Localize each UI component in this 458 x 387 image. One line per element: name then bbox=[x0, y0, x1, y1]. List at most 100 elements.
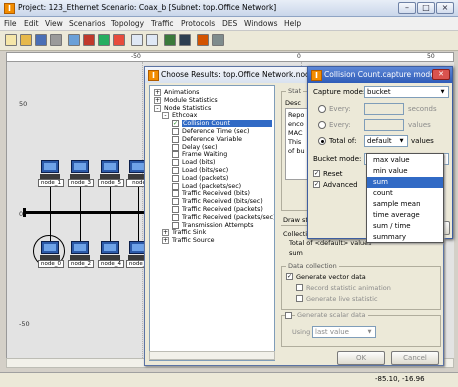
total-of-select[interactable]: default ▼ bbox=[364, 135, 408, 147]
zoom-out-icon[interactable] bbox=[146, 34, 158, 46]
object-palette-icon[interactable] bbox=[68, 34, 80, 46]
configure-sim-icon[interactable] bbox=[164, 34, 176, 46]
tree-item[interactable]: Traffic Sink bbox=[172, 229, 206, 236]
tree-horizontal-scrollbar[interactable] bbox=[149, 351, 275, 360]
save-icon[interactable] bbox=[35, 34, 47, 46]
dropdown-option[interactable]: min value bbox=[367, 166, 443, 177]
dropdown-option[interactable]: summary bbox=[367, 232, 443, 243]
statistic-checkbox[interactable] bbox=[172, 182, 179, 190]
menu-windows[interactable]: Windows bbox=[244, 19, 277, 28]
run-icon[interactable] bbox=[179, 34, 191, 46]
tree-item[interactable]: Animations bbox=[164, 89, 199, 96]
print-icon[interactable] bbox=[50, 34, 62, 46]
bucket-mode-dropdown-list[interactable]: max value min value sum count sample mean tim… bbox=[366, 153, 444, 243]
maximize-button[interactable]: □ bbox=[417, 2, 435, 14]
dropdown-option[interactable]: time average bbox=[367, 210, 443, 221]
dropdown-option[interactable]: sum bbox=[367, 177, 443, 188]
generate-live-checkbox[interactable] bbox=[296, 295, 303, 302]
statistic-checkbox[interactable] bbox=[172, 128, 179, 135]
pin-icon[interactable] bbox=[113, 34, 125, 46]
node-icon[interactable]: node_3 bbox=[68, 160, 94, 187]
node-icon[interactable]: node_0 bbox=[38, 241, 64, 268]
generate-scalar-checkbox[interactable] bbox=[285, 312, 292, 319]
tree-item[interactable]: Transmission Attempts bbox=[182, 222, 254, 229]
statistic-checkbox[interactable] bbox=[172, 221, 179, 229]
statistic-checkbox[interactable] bbox=[172, 190, 179, 198]
collapse-icon[interactable]: - bbox=[162, 112, 169, 120]
zoom-in-icon[interactable] bbox=[131, 34, 143, 46]
menu-file[interactable]: File bbox=[4, 19, 17, 28]
menu-help[interactable]: Help bbox=[284, 19, 301, 28]
generate-vector-checkbox[interactable]: ✓ bbox=[286, 273, 293, 280]
expand-icon[interactable]: + bbox=[162, 237, 169, 245]
advanced-checkbox[interactable]: ✓ bbox=[313, 181, 320, 188]
tree-item[interactable]: Deference Time (sec) bbox=[182, 128, 249, 135]
statistic-checkbox[interactable] bbox=[172, 143, 179, 151]
hide-graphs-icon[interactable] bbox=[212, 34, 224, 46]
tree-item[interactable]: Traffic Received (bits/sec) bbox=[182, 198, 263, 205]
every-seconds-input[interactable] bbox=[364, 103, 404, 115]
tree-item[interactable]: Traffic Received (packets/sec) bbox=[182, 214, 274, 221]
record-animation-checkbox[interactable] bbox=[296, 284, 303, 291]
tree-item[interactable]: Load (packets/sec) bbox=[182, 183, 241, 190]
menu-scenarios[interactable]: Scenarios bbox=[69, 19, 106, 28]
close-button[interactable]: × bbox=[436, 2, 454, 14]
statistic-checkbox[interactable] bbox=[172, 167, 179, 174]
expand-icon[interactable]: + bbox=[154, 89, 161, 96]
view-results-icon[interactable] bbox=[197, 34, 209, 46]
tree-item[interactable]: Load (bits/sec) bbox=[182, 167, 228, 174]
tree-item[interactable]: Frame Waiting bbox=[182, 151, 227, 158]
cancel-button[interactable]: Cancel bbox=[391, 351, 439, 365]
node-icon[interactable]: node_2 bbox=[68, 241, 94, 268]
total-of-radio[interactable] bbox=[318, 137, 326, 145]
capture-mode-select[interactable]: bucket ▼ bbox=[364, 86, 449, 98]
node-icon[interactable]: node_5 bbox=[98, 160, 124, 187]
using-select[interactable]: last value ▼ bbox=[312, 326, 376, 338]
tree-item[interactable]: Deference Variable bbox=[182, 136, 242, 143]
statistics-tree[interactable]: + Animations + Module Statistics - Node Stati… bbox=[149, 85, 275, 361]
tree-item[interactable]: Module Statistics bbox=[164, 97, 218, 104]
collapse-icon[interactable]: - bbox=[154, 104, 161, 112]
dropdown-option[interactable]: count bbox=[367, 188, 443, 199]
statistic-checkbox[interactable] bbox=[172, 174, 179, 182]
reset-checkbox[interactable]: ✓ bbox=[313, 170, 320, 177]
dropdown-option[interactable]: max value bbox=[367, 155, 443, 166]
dropdown-option[interactable]: sum / time bbox=[367, 221, 443, 232]
menu-des[interactable]: DES bbox=[222, 19, 237, 28]
node-icon[interactable]: node_4 bbox=[98, 241, 124, 268]
tree-item[interactable]: Load (bits) bbox=[182, 159, 216, 166]
statistic-checkbox[interactable] bbox=[172, 213, 179, 221]
tree-item[interactable]: Node Statistics bbox=[164, 105, 211, 112]
close-icon[interactable]: ✕ bbox=[432, 69, 450, 80]
tree-item[interactable]: Load (packets) bbox=[182, 175, 228, 182]
expand-icon[interactable]: + bbox=[154, 96, 161, 104]
statistic-checkbox[interactable] bbox=[172, 151, 179, 159]
coax-bus-line[interactable] bbox=[23, 211, 151, 214]
menu-traffic[interactable]: Traffic bbox=[151, 19, 174, 28]
expand-icon[interactable]: + bbox=[162, 229, 169, 237]
dropdown-option[interactable]: sample mean bbox=[367, 199, 443, 210]
recover-icon[interactable] bbox=[98, 34, 110, 46]
statistic-checkbox[interactable] bbox=[172, 206, 179, 213]
failure-icon[interactable] bbox=[83, 34, 95, 46]
tree-item[interactable]: Traffic Received (packets) bbox=[182, 206, 263, 213]
statistic-checkbox[interactable] bbox=[172, 198, 179, 206]
every-seconds-radio[interactable] bbox=[318, 105, 326, 113]
open-icon[interactable] bbox=[20, 34, 32, 46]
new-icon[interactable] bbox=[5, 34, 17, 46]
menu-view[interactable]: View bbox=[45, 19, 63, 28]
every-values-input[interactable] bbox=[364, 119, 404, 131]
menu-edit[interactable]: Edit bbox=[24, 19, 39, 28]
tree-item[interactable]: Collision Count bbox=[182, 120, 272, 128]
statistic-checkbox[interactable] bbox=[172, 135, 179, 143]
statistic-checkbox[interactable] bbox=[172, 159, 179, 167]
tree-item[interactable]: Traffic Received (bits) bbox=[182, 190, 250, 197]
ok-button[interactable]: OK bbox=[337, 351, 385, 365]
tree-item[interactable]: Ethcoax bbox=[172, 112, 197, 119]
tree-item[interactable]: Delay (sec) bbox=[182, 144, 218, 151]
menu-protocols[interactable]: Protocols bbox=[181, 19, 215, 28]
node-icon[interactable]: node_1 bbox=[38, 160, 64, 187]
menu-topology[interactable]: Topology bbox=[111, 19, 144, 28]
every-values-radio[interactable] bbox=[318, 121, 326, 129]
tree-item[interactable]: Traffic Source bbox=[172, 237, 215, 244]
